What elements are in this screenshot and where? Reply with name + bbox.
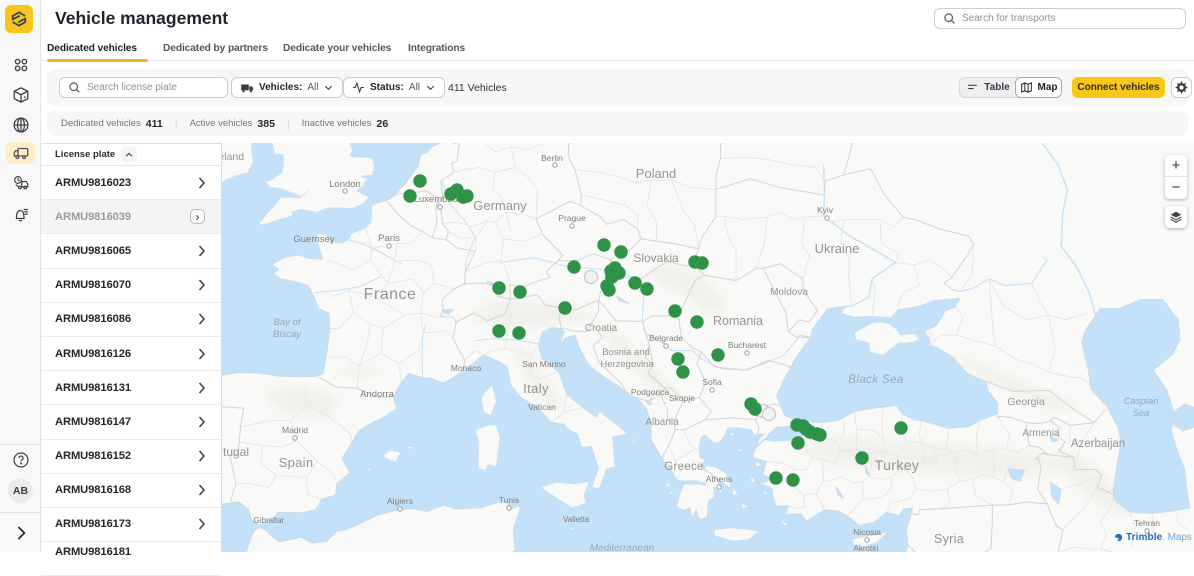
svg-text:Berlin: Berlin	[541, 153, 563, 163]
svg-text:Podgorica: Podgorica	[631, 387, 670, 397]
svg-text:Syria: Syria	[934, 532, 964, 546]
svg-text:Tunis: Tunis	[499, 495, 519, 505]
svg-text:Biscay: Biscay	[273, 329, 302, 340]
svg-text:Sea: Sea	[1133, 408, 1150, 419]
svg-text:Croatia: Croatia	[585, 323, 618, 334]
svg-text:Sofia: Sofia	[702, 377, 722, 387]
svg-text:France: France	[364, 286, 417, 303]
svg-text:Skopje: Skopje	[669, 393, 695, 403]
svg-text:Monaco: Monaco	[451, 363, 482, 373]
svg-text:Mediterranean: Mediterranean	[590, 543, 655, 552]
svg-text:Caspian: Caspian	[1124, 396, 1159, 407]
svg-text:Prague: Prague	[558, 213, 586, 223]
svg-text:Romania: Romania	[713, 314, 763, 328]
svg-text:San Marino: San Marino	[522, 359, 566, 369]
svg-text:Algiers: Algiers	[387, 496, 413, 506]
svg-text:Spain: Spain	[279, 455, 314, 470]
svg-text:Kyiv: Kyiv	[817, 205, 834, 215]
svg-text:Ukraine: Ukraine	[815, 241, 860, 256]
svg-text:Herzegovina: Herzegovina	[600, 359, 654, 370]
svg-text:Valletta: Valletta	[563, 515, 590, 524]
svg-text:Georgia: Georgia	[1007, 396, 1045, 408]
svg-text:Gibraltar: Gibraltar	[254, 516, 285, 525]
svg-text:Bucharest: Bucharest	[728, 340, 767, 350]
svg-text:Belgrade: Belgrade	[649, 333, 683, 343]
svg-text:Poland: Poland	[636, 166, 676, 181]
svg-text:Akrotiri: Akrotiri	[854, 544, 879, 552]
svg-text:Tehran: Tehran	[1134, 518, 1160, 528]
svg-text:Bay of: Bay of	[274, 317, 302, 328]
svg-text:Armenia: Armenia	[1022, 428, 1060, 439]
svg-text:Paris: Paris	[378, 233, 400, 244]
svg-text:tugal: tugal	[223, 445, 249, 459]
svg-text:Vatican: Vatican	[528, 402, 556, 412]
svg-text:Nicosia: Nicosia	[853, 527, 881, 537]
svg-text:Ireland: Ireland	[222, 151, 244, 163]
svg-text:Bosnia and: Bosnia and	[602, 347, 650, 358]
svg-text:Moldova: Moldova	[770, 287, 808, 298]
svg-text:Greece: Greece	[664, 461, 704, 473]
svg-text:Italy: Italy	[523, 381, 549, 396]
svg-text:Slovakia: Slovakia	[633, 251, 679, 265]
svg-text:Turkey: Turkey	[875, 457, 920, 473]
svg-text:Andorra: Andorra	[360, 389, 395, 400]
svg-text:Azerbaijan: Azerbaijan	[1071, 438, 1125, 450]
svg-text:Albania: Albania	[645, 417, 679, 428]
svg-text:Black Sea: Black Sea	[848, 374, 903, 386]
svg-text:Guernsey: Guernsey	[293, 234, 334, 245]
svg-text:Athens: Athens	[706, 474, 732, 484]
svg-text:Madrid: Madrid	[282, 425, 308, 435]
svg-text:Germany: Germany	[473, 198, 527, 213]
